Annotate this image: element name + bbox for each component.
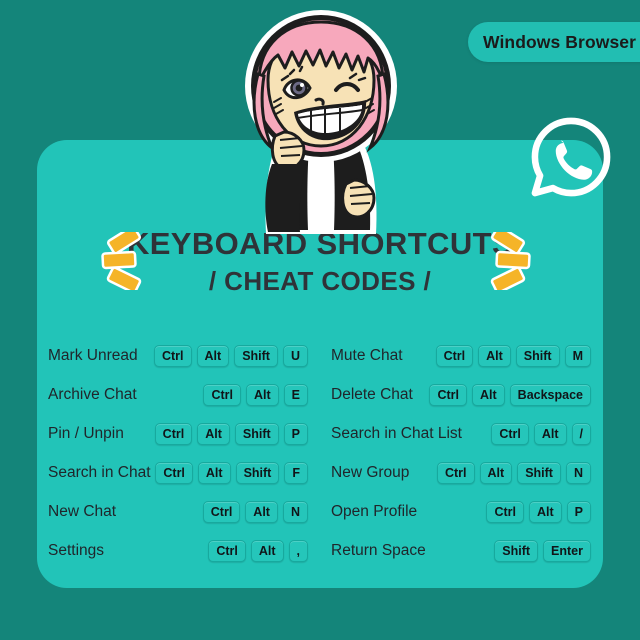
shortcut-key-combo: Ctrl Alt Shift F bbox=[155, 461, 308, 484]
cartoon-girl-sticker bbox=[228, 8, 413, 240]
shortcut-row: Open Profile Ctrl Alt P bbox=[320, 492, 603, 531]
key-chip: Shift bbox=[234, 344, 278, 367]
shortcut-key-combo: Ctrl Alt Shift M bbox=[435, 344, 591, 367]
shortcut-column-2: Mute Chat Ctrl Alt Shift M Delete Chat Ctrl Alt… bbox=[320, 336, 603, 570]
whatsapp-logo bbox=[530, 116, 612, 198]
key-chip: , bbox=[288, 539, 308, 562]
shortcut-column-1: Mark Unread Ctrl Alt Shift U Archive Chat Ctrl… bbox=[37, 336, 320, 570]
key-chip: Enter bbox=[543, 539, 591, 562]
shortcut-key-combo: Ctrl Alt / bbox=[491, 422, 591, 445]
shortcut-key-combo: Shift Enter bbox=[494, 539, 591, 562]
shortcut-row: Delete Chat Ctrl Alt Backspace bbox=[320, 375, 603, 414]
key-chip: Alt bbox=[196, 344, 230, 367]
key-chip: Ctrl bbox=[153, 344, 192, 367]
starburst-left-icon bbox=[96, 225, 150, 294]
shortcut-action-label: Search in Chat bbox=[48, 463, 151, 481]
shortcuts-grid: Mark Unread Ctrl Alt Shift U Archive Chat Ctrl… bbox=[37, 336, 603, 570]
shortcut-key-combo: Ctrl Alt Shift U bbox=[153, 344, 308, 367]
key-chip: Alt bbox=[479, 461, 513, 484]
key-chip: N bbox=[282, 500, 308, 523]
key-chip: / bbox=[571, 422, 591, 445]
key-chip: Alt bbox=[197, 422, 230, 445]
shortcut-row: Return Space Shift Enter bbox=[320, 531, 603, 570]
shortcut-key-combo: Ctrl Alt Backspace bbox=[429, 383, 591, 406]
starburst-right-icon bbox=[482, 225, 536, 294]
key-chip: Alt bbox=[245, 500, 278, 523]
shortcut-row: New Group Ctrl Alt Shift N bbox=[320, 453, 603, 492]
key-chip: M bbox=[564, 344, 591, 367]
key-chip: Ctrl bbox=[429, 383, 467, 406]
shortcut-action-label: Mark Unread bbox=[48, 346, 138, 364]
key-chip: Ctrl bbox=[203, 383, 241, 406]
shortcut-key-combo: Ctrl Alt Shift P bbox=[154, 422, 308, 445]
key-chip: Alt bbox=[250, 539, 284, 562]
shortcut-row: Mute Chat Ctrl Alt Shift M bbox=[320, 336, 603, 375]
shortcut-action-label: Return Space bbox=[331, 541, 426, 559]
key-chip: Ctrl bbox=[486, 500, 524, 523]
shortcut-action-label: New Group bbox=[331, 463, 410, 481]
shortcut-action-label: Mute Chat bbox=[331, 346, 403, 364]
browser-platform-label: Windows Browser bbox=[483, 31, 637, 52]
key-chip: Ctrl bbox=[154, 422, 193, 445]
shortcut-row: Mark Unread Ctrl Alt Shift U bbox=[37, 336, 320, 375]
shortcut-action-label: Settings bbox=[48, 541, 105, 559]
shortcut-action-label: Archive Chat bbox=[48, 385, 137, 403]
key-chip: Backspace bbox=[509, 383, 591, 406]
key-chip: Alt bbox=[472, 383, 505, 406]
key-chip: Shift bbox=[234, 422, 279, 445]
shortcut-action-label: New Chat bbox=[48, 502, 117, 520]
key-chip: Alt bbox=[528, 500, 562, 523]
shortcut-action-label: Pin / Unpin bbox=[48, 424, 124, 442]
key-chip: Alt bbox=[245, 383, 279, 406]
shortcut-key-combo: Ctrl Alt P bbox=[486, 500, 591, 523]
shortcut-key-combo: Ctrl Alt, bbox=[208, 539, 308, 562]
key-chip: U bbox=[282, 344, 308, 367]
key-chip: E bbox=[283, 383, 308, 406]
shortcut-row: Search in Chat Ctrl Alt Shift F bbox=[37, 453, 320, 492]
shortcut-action-label: Open Profile bbox=[331, 502, 418, 520]
key-chip: Ctrl bbox=[435, 344, 474, 367]
shortcut-key-combo: Ctrl Alt N bbox=[202, 500, 308, 523]
browser-platform-badge: Windows Browser bbox=[468, 22, 640, 62]
key-chip: Shift bbox=[515, 344, 560, 367]
key-chip: Alt bbox=[478, 344, 511, 367]
key-chip: P bbox=[566, 500, 591, 523]
key-chip: N bbox=[565, 461, 591, 484]
key-chip: Shift bbox=[235, 461, 280, 484]
shortcut-row: Archive Chat Ctrl Alt E bbox=[37, 375, 320, 414]
shortcut-action-label: Search in Chat List bbox=[331, 424, 462, 442]
key-chip: Alt bbox=[533, 422, 567, 445]
key-chip: Shift bbox=[494, 539, 539, 562]
key-chip: Ctrl bbox=[436, 461, 475, 484]
key-chip: F bbox=[284, 461, 308, 484]
key-chip: Ctrl bbox=[155, 461, 193, 484]
shortcut-row: New Chat Ctrl Alt N bbox=[37, 492, 320, 531]
shortcut-row: Settings Ctrl Alt, bbox=[37, 531, 320, 570]
shortcut-action-label: Delete Chat bbox=[331, 385, 413, 403]
key-chip: Shift bbox=[517, 461, 561, 484]
key-chip: P bbox=[283, 422, 308, 445]
shortcut-row: Pin / Unpin Ctrl Alt Shift P bbox=[37, 414, 320, 453]
key-chip: Ctrl bbox=[202, 500, 241, 523]
key-chip: Alt bbox=[197, 461, 231, 484]
shortcut-row: Search in Chat List Ctrl Alt / bbox=[320, 414, 603, 453]
key-chip: Ctrl bbox=[208, 539, 246, 562]
poster-canvas: Windows Browser KEYBOARD SHORTCUTS / CHE… bbox=[0, 0, 640, 640]
shortcut-key-combo: Ctrl Alt Shift N bbox=[436, 461, 591, 484]
key-chip: Ctrl bbox=[491, 422, 529, 445]
shortcut-key-combo: Ctrl Alt E bbox=[203, 383, 308, 406]
